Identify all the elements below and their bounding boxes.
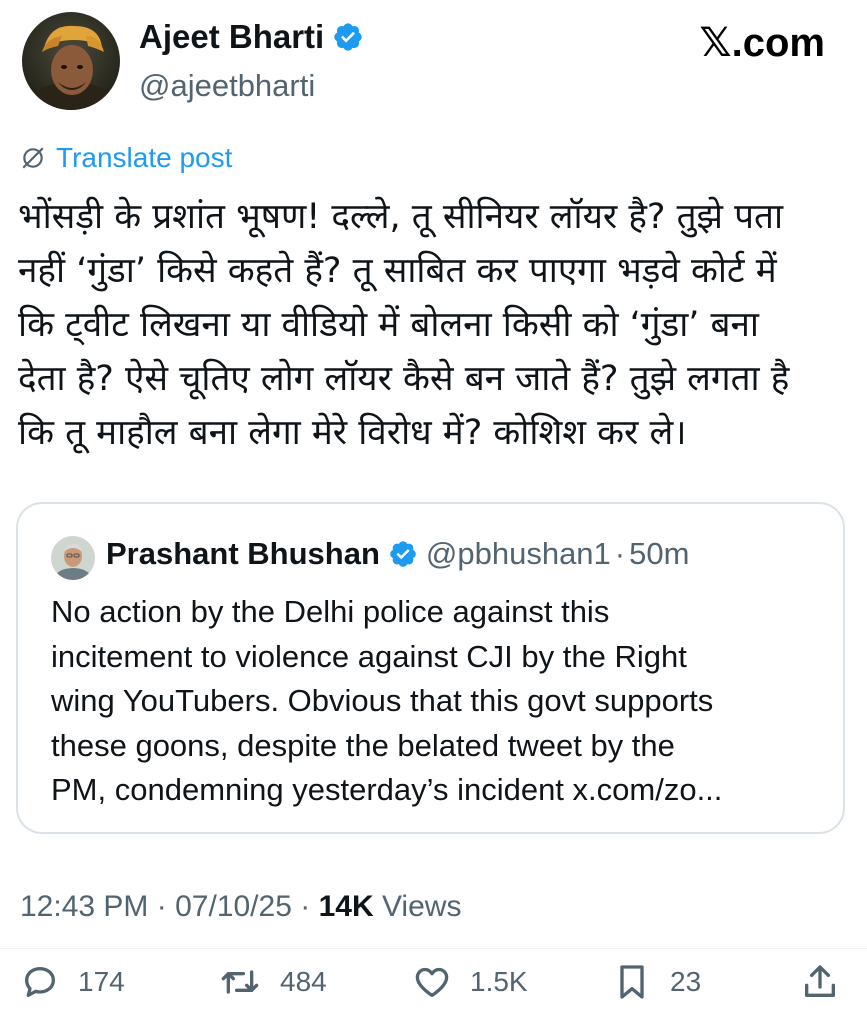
heart-icon: [415, 967, 449, 997]
translate-post-link[interactable]: Translate post: [20, 142, 232, 174]
globe-slash-icon: [22, 147, 44, 169]
repost-button[interactable]: 484: [218, 962, 327, 1002]
author-avatar[interactable]: [22, 12, 120, 110]
post-text-line: कि तू माहौल बना लेगा मेरे विरोध में? कोश…: [18, 413, 687, 453]
quoted-text-line: these goons, despite the belated tweet b…: [51, 727, 675, 763]
quoted-separator: ·: [614, 536, 626, 571]
share-icon: [805, 965, 835, 997]
quoted-timestamp[interactable]: 50m: [629, 536, 689, 572]
views-label: Views: [381, 890, 462, 923]
reply-count: 174: [78, 966, 125, 997]
quoted-author-name[interactable]: Prashant Bhushan: [106, 536, 380, 572]
post-text-line: कि ट्वीट लिखना या वीडियो में बोलना किसी …: [18, 305, 760, 345]
quoted-text-line: PM, condemning yesterday’s incident x.co…: [51, 772, 723, 807]
reply-button[interactable]: 174: [20, 962, 125, 1002]
quoted-post-text: No action by the Delhi police against th…: [51, 590, 831, 813]
bookmark-icon: [620, 965, 644, 999]
brand-x-logo: 𝕏.com: [699, 21, 825, 65]
share-button[interactable]: [800, 962, 840, 1002]
post-text-line: नहीं ‘गुंडा’ किसे कहते हैं? तू साबित कर …: [18, 251, 777, 291]
meta-separator: ·: [156, 890, 167, 923]
post-time[interactable]: 12:43 PM: [20, 890, 148, 923]
quoted-author-avatar-image: [51, 536, 95, 580]
bookmark-count: 23: [670, 966, 702, 997]
quoted-text-line: wing YouTubers. Obvious that this govt s…: [51, 683, 714, 718]
verified-badge-icon: [334, 23, 362, 51]
like-count: 1.5K: [470, 966, 528, 997]
views-count: 14K: [318, 890, 374, 923]
author-avatar-image: [22, 12, 120, 110]
post-text-line: भोंसड़ी के प्रशांत भूषण! दल्ले, तू सीनिय…: [18, 197, 784, 237]
translate-post-label: Translate post: [56, 142, 233, 173]
bookmark-button[interactable]: 23: [612, 962, 701, 1002]
quoted-text-line: incitement to violence against CJI by th…: [51, 638, 687, 674]
verified-badge-icon: [390, 541, 416, 567]
repost-count: 484: [280, 966, 327, 997]
post-date[interactable]: 07/10/25: [175, 890, 292, 923]
meta-separator: ·: [300, 890, 311, 923]
author-name[interactable]: Ajeet Bharti: [139, 18, 364, 56]
post-text: भोंसड़ी के प्रशांत भूषण! दल्ले, तू सीनिय…: [18, 190, 848, 460]
quoted-post-header: Prashant Bhushan @pbhushan1 · 50m: [106, 536, 689, 572]
author-name-text: Ajeet Bharti: [139, 18, 325, 55]
repost-icon: [221, 970, 259, 994]
author-handle[interactable]: @ajeetbharti: [139, 68, 315, 104]
post-meta: 12:43 PM · 07/10/25 · 14K Views: [20, 890, 461, 924]
reply-icon: [25, 967, 55, 997]
post-text-line: देता है? ऐसे चूतिए लोग लॉयर कैसे बन जाते…: [18, 359, 790, 399]
quoted-author-avatar[interactable]: [51, 536, 95, 580]
divider: [0, 948, 867, 949]
quoted-post-card[interactable]: Prashant Bhushan @pbhushan1 · 50m No act…: [16, 502, 845, 834]
quoted-text-line: No action by the Delhi police against th…: [51, 594, 610, 629]
like-button[interactable]: 1.5K: [412, 962, 528, 1002]
quoted-author-handle[interactable]: @pbhushan1: [426, 536, 611, 572]
